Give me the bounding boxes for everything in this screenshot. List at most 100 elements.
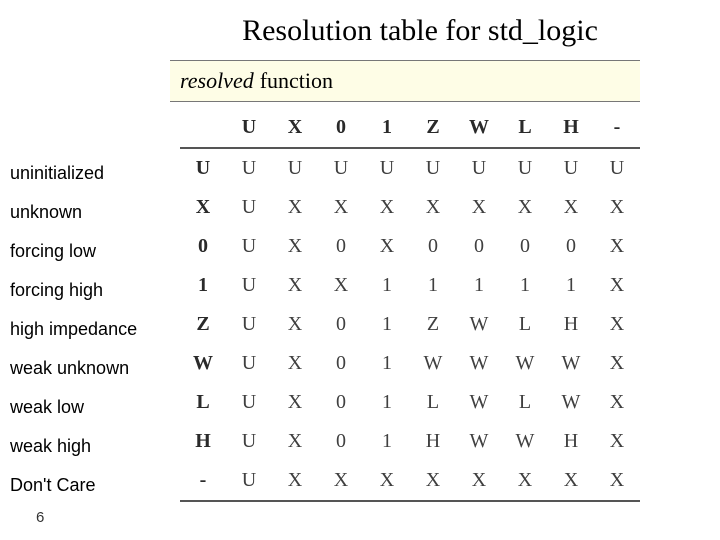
col-header: U — [226, 108, 272, 148]
table-row: UUUUUUUUUU — [180, 148, 640, 188]
cell: U — [226, 148, 272, 188]
cell: U — [226, 227, 272, 266]
cell: X — [272, 383, 318, 422]
cell: 1 — [410, 266, 456, 305]
row-desc: weak low — [10, 388, 175, 427]
cell: U — [272, 148, 318, 188]
subtitle-text: function — [260, 68, 333, 94]
cell: H — [410, 422, 456, 461]
cell: X — [272, 422, 318, 461]
page-number: 6 — [36, 509, 44, 526]
table: U X 0 1 Z W L H - UUUUUUUUUUXUXXXXXXXX0U… — [180, 108, 640, 502]
slide-title: Resolution table for std_logic — [0, 14, 720, 48]
col-header: L — [502, 108, 548, 148]
cell: U — [318, 148, 364, 188]
cell: 1 — [364, 305, 410, 344]
cell: 0 — [318, 305, 364, 344]
cell: X — [364, 188, 410, 227]
row-header: 0 — [180, 227, 226, 266]
cell: U — [410, 148, 456, 188]
cell: H — [548, 305, 594, 344]
cell: X — [594, 344, 640, 383]
subtitle-box: resolved function — [170, 60, 640, 102]
cell: X — [272, 266, 318, 305]
table-row: -UXXXXXXXX — [180, 461, 640, 501]
cell: W — [548, 383, 594, 422]
cell: X — [272, 461, 318, 501]
cell: W — [502, 422, 548, 461]
table-body: UUUUUUUUUUXUXXXXXXXX0UX0X0000X1UXX11111X… — [180, 148, 640, 501]
row-header: H — [180, 422, 226, 461]
slide: Resolution table for std_logic resolved … — [0, 0, 720, 540]
cell: X — [594, 188, 640, 227]
cell: X — [594, 422, 640, 461]
cell: L — [502, 305, 548, 344]
cell: X — [364, 461, 410, 501]
cell: W — [456, 422, 502, 461]
row-desc: high impedance — [10, 310, 175, 349]
table-header-row: U X 0 1 Z W L H - — [180, 108, 640, 148]
cell: 1 — [364, 422, 410, 461]
cell: U — [226, 461, 272, 501]
cell: W — [456, 305, 502, 344]
cell: X — [594, 461, 640, 501]
cell: 1 — [364, 344, 410, 383]
cell: X — [318, 461, 364, 501]
row-descriptions: uninitialized unknown forcing low forcin… — [10, 154, 175, 505]
row-desc: weak unknown — [10, 349, 175, 388]
cell: X — [272, 305, 318, 344]
cell: W — [502, 344, 548, 383]
row-header: - — [180, 461, 226, 501]
cell: 1 — [364, 266, 410, 305]
cell: 0 — [318, 422, 364, 461]
cell: X — [272, 227, 318, 266]
cell: X — [548, 461, 594, 501]
col-header: Z — [410, 108, 456, 148]
cell: U — [226, 422, 272, 461]
subtitle-emphasis: resolved — [180, 68, 254, 94]
cell: X — [410, 188, 456, 227]
cell: W — [456, 383, 502, 422]
cell: 0 — [548, 227, 594, 266]
row-header: Z — [180, 305, 226, 344]
cell: U — [226, 188, 272, 227]
table-row: 1UXX11111X — [180, 266, 640, 305]
table-row: XUXXXXXXXX — [180, 188, 640, 227]
cell: L — [410, 383, 456, 422]
col-header: 1 — [364, 108, 410, 148]
cell: Z — [410, 305, 456, 344]
cell: 1 — [364, 383, 410, 422]
cell: H — [548, 422, 594, 461]
cell: X — [272, 344, 318, 383]
cell: U — [226, 305, 272, 344]
cell: X — [410, 461, 456, 501]
cell: X — [502, 188, 548, 227]
cell: X — [318, 188, 364, 227]
cell: W — [410, 344, 456, 383]
cell: U — [456, 148, 502, 188]
resolution-table: U X 0 1 Z W L H - UUUUUUUUUUXUXXXXXXXX0U… — [180, 108, 640, 502]
row-header: U — [180, 148, 226, 188]
cell: W — [548, 344, 594, 383]
row-header: 1 — [180, 266, 226, 305]
cell: X — [548, 188, 594, 227]
cell: L — [502, 383, 548, 422]
table-row: HUX01HWWHX — [180, 422, 640, 461]
cell: X — [364, 227, 410, 266]
cell: X — [594, 383, 640, 422]
table-row: 0UX0X0000X — [180, 227, 640, 266]
row-desc: uninitialized — [10, 154, 175, 193]
table-row: LUX01LWLWX — [180, 383, 640, 422]
row-desc: forcing high — [10, 271, 175, 310]
cell: X — [456, 188, 502, 227]
cell: U — [548, 148, 594, 188]
row-desc: Don't Care — [10, 466, 175, 505]
cell: 0 — [410, 227, 456, 266]
cell: 1 — [548, 266, 594, 305]
col-header: X — [272, 108, 318, 148]
table-row: WUX01WWWWX — [180, 344, 640, 383]
col-header: - — [594, 108, 640, 148]
cell: X — [456, 461, 502, 501]
cell: 0 — [318, 383, 364, 422]
row-header: W — [180, 344, 226, 383]
